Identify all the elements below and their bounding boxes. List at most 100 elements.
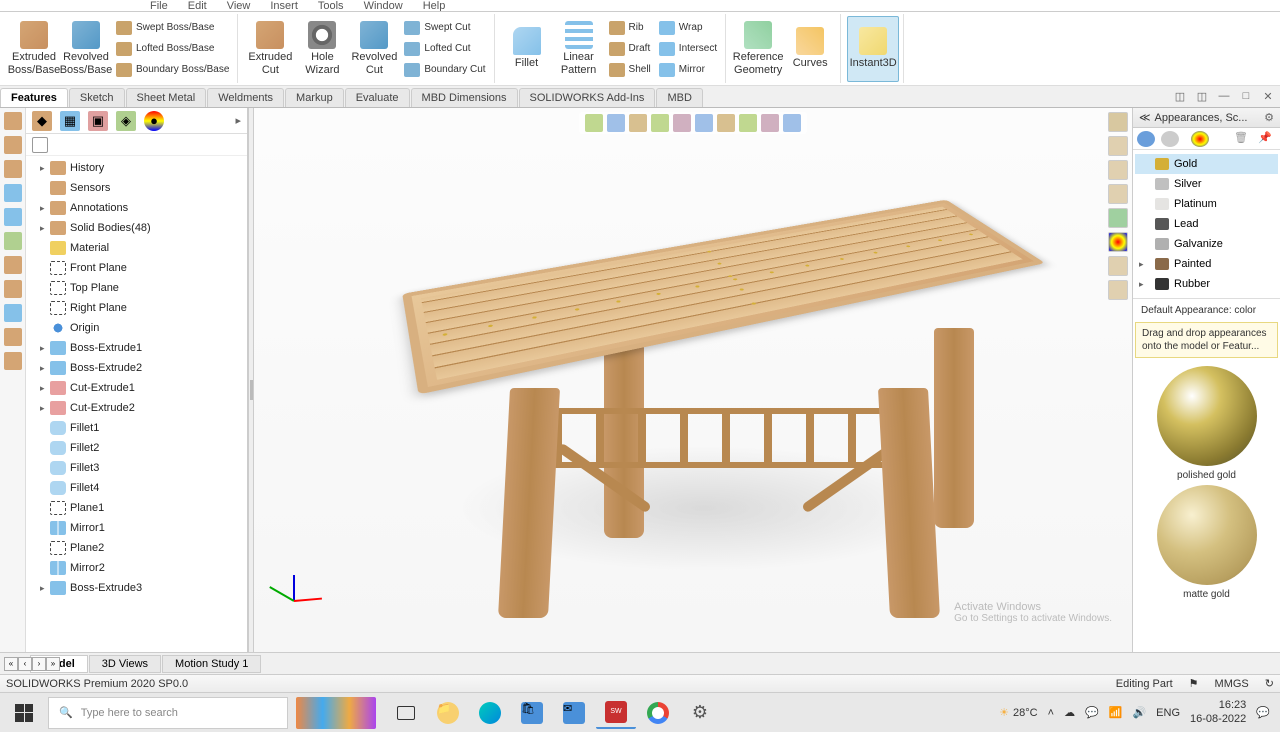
menu-window[interactable]: Window — [364, 0, 403, 12]
tree-tab-dim-icon[interactable]: ◈ — [116, 111, 136, 131]
command-tab-sketch[interactable]: Sketch — [69, 88, 125, 107]
appearances-tree[interactable]: GoldSilverPlatinumLeadGalvanize▸Painted▸… — [1133, 150, 1280, 298]
tree-tab-config-icon[interactable]: ▣ — [88, 111, 108, 131]
preview-polished-gold[interactable] — [1157, 366, 1257, 466]
start-button[interactable] — [4, 697, 44, 729]
left-tool-2[interactable] — [4, 136, 22, 154]
tree-item-annotations[interactable]: ▸Annotations — [26, 198, 247, 218]
app-pin-icon[interactable]: 📌 — [1258, 131, 1276, 147]
tray-clock[interactable]: 16:2316-08-2022 — [1190, 699, 1246, 725]
appearance-previews[interactable]: polished gold matte gold — [1133, 360, 1280, 652]
tree-item-solid-bodies-48-[interactable]: ▸Solid Bodies(48) — [26, 218, 247, 238]
appearance-gold[interactable]: Gold — [1135, 154, 1278, 174]
appearance-painted[interactable]: ▸Painted — [1135, 254, 1278, 274]
taskbar-mail-icon[interactable]: ✉ — [554, 697, 594, 729]
status-rebuild-icon[interactable]: ↻ — [1265, 677, 1274, 690]
tree-item-boss-extrude3[interactable]: ▸Boss-Extrude3 — [26, 578, 247, 598]
tree-item-material-not-specified-[interactable]: Material — [26, 238, 247, 258]
feature-tree[interactable]: ▸HistorySensors▸Annotations▸Solid Bodies… — [26, 156, 247, 652]
app-back-icon[interactable] — [1137, 131, 1155, 147]
left-tool-7[interactable] — [4, 256, 22, 274]
doc-max-icon[interactable]: □ — [1238, 88, 1254, 104]
tree-item-cut-extrude1[interactable]: ▸Cut-Extrude1 — [26, 378, 247, 398]
command-tab-mbd-dimensions[interactable]: MBD Dimensions — [411, 88, 518, 107]
menu-edit[interactable]: Edit — [188, 0, 207, 12]
taskpane-resources-icon[interactable] — [1108, 136, 1128, 156]
taskpane-file-explorer-icon[interactable] — [1108, 184, 1128, 204]
ribbon-lofted-boss-base[interactable]: Lofted Boss/Base — [112, 39, 233, 59]
tree-tab-display-icon[interactable]: ● — [144, 111, 164, 131]
tree-item-sensors[interactable]: Sensors — [26, 178, 247, 198]
nav-next-icon[interactable]: › — [32, 657, 46, 671]
ribbon-revolved-boss-base[interactable]: RevolvedBoss/Base — [60, 16, 112, 82]
ribbon-extruded-boss-base[interactable]: ExtrudedBoss/Base — [8, 16, 60, 82]
taskpane-design-lib-icon[interactable] — [1108, 160, 1128, 180]
ribbon-hole-wizard[interactable]: HoleWizard — [296, 16, 348, 82]
left-tool-1[interactable] — [4, 112, 22, 130]
taskpane-custom-props-icon[interactable] — [1108, 256, 1128, 276]
ribbon-extruded-cut[interactable]: ExtrudedCut — [244, 16, 296, 82]
menu-file[interactable]: File — [150, 0, 168, 12]
weather-widget[interactable]: ☀28°C — [999, 706, 1037, 719]
tree-item-fillet3[interactable]: Fillet3 — [26, 458, 247, 478]
tree-tab-more-icon[interactable]: ▸ — [235, 114, 241, 127]
ribbon-swept-boss-base[interactable]: Swept Boss/Base — [112, 18, 233, 38]
command-tab-features[interactable]: Features — [0, 88, 68, 107]
tree-tab-property-icon[interactable]: ▦ — [60, 111, 80, 131]
taskbar-chrome-icon[interactable] — [638, 697, 678, 729]
ribbon-reference-geometry[interactable]: ReferenceGeometry — [732, 16, 784, 82]
command-tab-evaluate[interactable]: Evaluate — [345, 88, 410, 107]
ribbon-draft[interactable]: Draft — [605, 39, 655, 59]
nav-prev-icon[interactable]: ‹ — [18, 657, 32, 671]
tree-item-mirror2[interactable]: Mirror2 — [26, 558, 247, 578]
command-tab-sheet-metal[interactable]: Sheet Metal — [126, 88, 207, 107]
tab-3d-views[interactable]: 3D Views — [89, 655, 161, 673]
task-view-icon[interactable] — [386, 697, 426, 729]
tray-wifi-icon[interactable]: 📶 — [1109, 706, 1123, 719]
filter-icon[interactable] — [32, 137, 48, 153]
tree-tab-feature-icon[interactable]: ◆ — [32, 111, 52, 131]
left-tool-6[interactable] — [4, 232, 22, 250]
ribbon-boundary-cut[interactable]: Boundary Cut — [400, 60, 489, 80]
ribbon-revolved-cut[interactable]: RevolvedCut — [348, 16, 400, 82]
command-tab-markup[interactable]: Markup — [285, 88, 344, 107]
tree-item-origin[interactable]: Origin — [26, 318, 247, 338]
tree-item-plane1[interactable]: Plane1 — [26, 498, 247, 518]
doc-prev-icon[interactable]: ◫ — [1172, 88, 1188, 104]
command-tab-weldments[interactable]: Weldments — [207, 88, 284, 107]
appearance-rubber[interactable]: ▸Rubber — [1135, 274, 1278, 294]
tray-chevron-icon[interactable]: ˄ — [1048, 707, 1054, 719]
tree-item-fillet4[interactable]: Fillet4 — [26, 478, 247, 498]
menu-tools[interactable]: Tools — [318, 0, 344, 12]
taskbar-edge-icon[interactable] — [470, 697, 510, 729]
app-fwd-icon[interactable] — [1161, 131, 1179, 147]
ribbon-intersect[interactable]: Intersect — [655, 39, 721, 59]
doc-close-icon[interactable]: ✕ — [1260, 88, 1276, 104]
tree-item-boss-extrude2[interactable]: ▸Boss-Extrude2 — [26, 358, 247, 378]
tree-item-mirror1[interactable]: Mirror1 — [26, 518, 247, 538]
ribbon-shell[interactable]: Shell — [605, 60, 655, 80]
tray-lang[interactable]: ENG — [1156, 707, 1180, 719]
ribbon-curves[interactable]: Curves — [784, 16, 836, 82]
appearance-platinum[interactable]: Platinum — [1135, 194, 1278, 214]
left-tool-9[interactable] — [4, 304, 22, 322]
left-tool-10[interactable] — [4, 328, 22, 346]
taskbar-scenic[interactable] — [296, 697, 376, 729]
ribbon-boundary-boss-base[interactable]: Boundary Boss/Base — [112, 60, 233, 80]
search-input[interactable]: 🔍 Type here to search — [48, 697, 288, 729]
tray-onedrive-icon[interactable]: ☁ — [1064, 706, 1075, 719]
command-tab-mbd[interactable]: MBD — [656, 88, 702, 107]
ribbon-instant3d[interactable]: Instant3D — [847, 16, 899, 82]
app-ball-icon[interactable] — [1191, 131, 1209, 147]
ribbon-swept-cut[interactable]: Swept Cut — [400, 18, 489, 38]
appearance-galvanize[interactable]: Galvanize — [1135, 234, 1278, 254]
status-units[interactable]: MMGS — [1215, 678, 1249, 690]
gear-icon[interactable]: ⚙ — [1264, 111, 1274, 124]
menu-help[interactable]: Help — [423, 0, 446, 12]
left-tool-8[interactable] — [4, 280, 22, 298]
nav-first-icon[interactable]: « — [4, 657, 18, 671]
appearance-lead[interactable]: Lead — [1135, 214, 1278, 234]
doc-next-icon[interactable]: ◫ — [1194, 88, 1210, 104]
viewport[interactable]: Activate Windows Go to Settings to activ… — [254, 108, 1132, 652]
menu-view[interactable]: View — [227, 0, 251, 12]
